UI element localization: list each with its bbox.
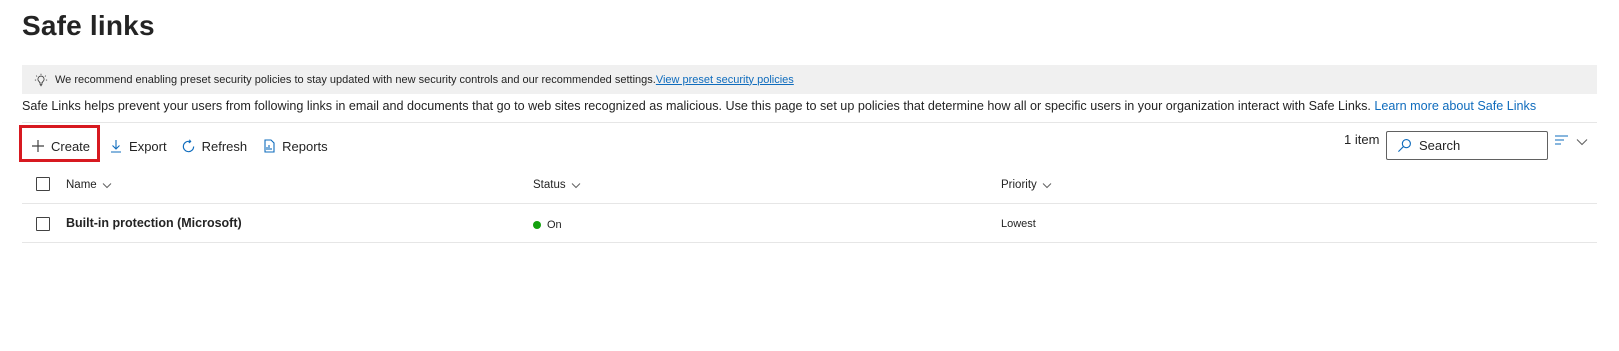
lightbulb-icon <box>33 72 49 88</box>
export-label: Export <box>129 138 167 154</box>
status-cell: On <box>533 219 562 231</box>
export-button[interactable]: Export <box>101 130 174 162</box>
create-label: Create <box>51 138 91 154</box>
policy-name[interactable]: Built-in protection (Microsoft) <box>66 216 242 230</box>
description-text: Safe Links helps prevent your users from… <box>22 99 1375 113</box>
table-header: Name Status Priority <box>22 168 1597 204</box>
status-dot-icon <box>533 221 541 229</box>
search-placeholder: Search <box>1419 138 1461 153</box>
preset-policies-banner: We recommend enabling preset security po… <box>22 65 1597 94</box>
list-icon <box>1554 133 1570 151</box>
refresh-button[interactable]: Refresh <box>174 130 255 162</box>
column-header-label: Priority <box>1001 179 1037 191</box>
download-icon <box>108 138 124 154</box>
refresh-icon <box>181 138 197 154</box>
report-icon <box>261 138 277 154</box>
reports-button[interactable]: Reports <box>254 130 335 162</box>
column-header-priority[interactable]: Priority <box>1001 179 1052 191</box>
plus-icon <box>30 138 46 154</box>
chevron-down-icon <box>571 182 581 189</box>
priority-cell: Lowest <box>1001 218 1036 230</box>
view-options-button[interactable] <box>1554 133 1590 151</box>
learn-more-link[interactable]: Learn more about Safe Links <box>1374 99 1536 113</box>
row-checkbox[interactable] <box>36 217 50 231</box>
chevron-down-icon <box>102 182 112 189</box>
select-all-checkbox[interactable] <box>36 177 50 191</box>
column-header-label: Name <box>66 179 97 191</box>
column-header-status[interactable]: Status <box>533 179 581 191</box>
page-description: Safe Links helps prevent your users from… <box>22 99 1536 113</box>
refresh-label: Refresh <box>201 138 248 154</box>
chevron-down-icon <box>1576 138 1588 146</box>
column-header-name[interactable]: Name <box>66 179 112 191</box>
create-button[interactable]: Create <box>19 125 100 162</box>
page-title: Safe links <box>22 10 155 41</box>
chevron-down-icon <box>1042 182 1052 189</box>
divider <box>22 122 1597 123</box>
command-bar: Create Export Refresh Reports <box>19 125 335 162</box>
column-header-label: Status <box>533 179 566 191</box>
banner-text: We recommend enabling preset security po… <box>55 73 656 86</box>
reports-label: Reports <box>282 138 328 154</box>
status-text: On <box>547 219 562 231</box>
search-input[interactable]: Search <box>1386 131 1548 160</box>
view-preset-policies-link[interactable]: View preset security policies <box>656 74 794 86</box>
item-count: 1 item <box>1344 132 1380 147</box>
search-icon <box>1397 138 1413 154</box>
table-row[interactable]: Built-in protection (Microsoft) On Lowes… <box>22 205 1597 243</box>
